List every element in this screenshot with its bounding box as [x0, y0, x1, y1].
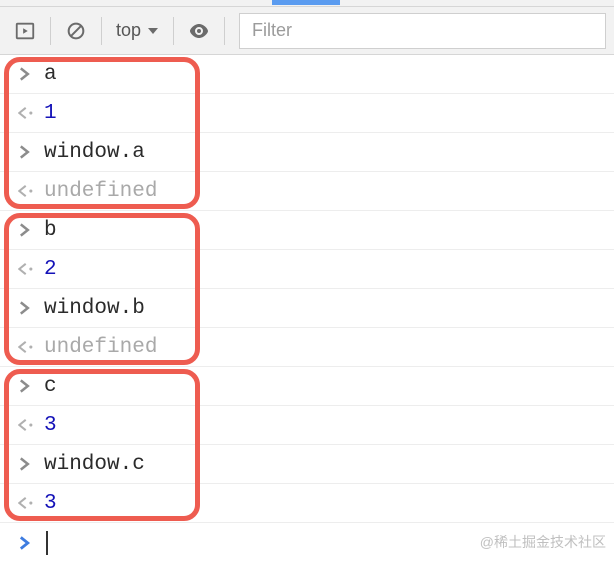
chevron-right-icon: [18, 145, 44, 159]
chevron-right-icon: [18, 379, 44, 393]
console-text: 2: [44, 258, 57, 281]
chevron-right-icon: [18, 301, 44, 315]
context-label: top: [116, 20, 141, 41]
console-output-row: 3: [0, 484, 614, 523]
return-icon: [18, 106, 44, 120]
context-selector[interactable]: top: [110, 20, 165, 41]
chevron-right-icon: [18, 67, 44, 81]
console-input-row: c: [0, 367, 614, 406]
console-text: window.a: [44, 141, 145, 164]
console-text: b: [44, 219, 57, 242]
dropdown-icon: [147, 25, 159, 37]
return-icon: [18, 418, 44, 432]
console-output: a 1 window.a undefined b 2 window.b undefined c 3…: [0, 55, 614, 563]
return-icon: [18, 262, 44, 276]
watermark: @稀土掘金技术社区: [480, 532, 606, 552]
toolbar-separator: [101, 17, 102, 45]
console-text: 3: [44, 414, 57, 437]
console-input-row: window.c: [0, 445, 614, 484]
console-toolbar: top: [0, 7, 614, 55]
return-icon: [18, 340, 44, 354]
console-text: a: [44, 63, 57, 86]
console-output-row: 1: [0, 94, 614, 133]
console-text: undefined: [44, 180, 157, 203]
console-text: c: [44, 375, 57, 398]
console-text: window.b: [44, 297, 145, 320]
console-input-row: window.b: [0, 289, 614, 328]
toolbar-separator: [173, 17, 174, 45]
console-output-row: undefined: [0, 172, 614, 211]
console-text: 1: [44, 102, 57, 125]
chevron-right-icon: [18, 223, 44, 237]
filter-input[interactable]: [239, 13, 606, 49]
clear-console-button[interactable]: [59, 14, 93, 48]
live-expression-button[interactable]: [182, 14, 216, 48]
chevron-right-icon: [18, 536, 44, 550]
console-input-row: a: [0, 55, 614, 94]
toggle-console-button[interactable]: [8, 14, 42, 48]
cursor: [46, 531, 48, 555]
console-output-row: undefined: [0, 328, 614, 367]
return-icon: [18, 496, 44, 510]
console-input-row: b: [0, 211, 614, 250]
toolbar-separator: [50, 17, 51, 45]
console-text: 3: [44, 492, 57, 515]
console-text: undefined: [44, 336, 157, 359]
console-text: window.c: [44, 453, 145, 476]
chevron-right-icon: [18, 457, 44, 471]
toolbar-separator: [224, 17, 225, 45]
console-input-row: window.a: [0, 133, 614, 172]
console-output-row: 3: [0, 406, 614, 445]
tab-strip: [0, 0, 614, 7]
return-icon: [18, 184, 44, 198]
console-output-row: 2: [0, 250, 614, 289]
